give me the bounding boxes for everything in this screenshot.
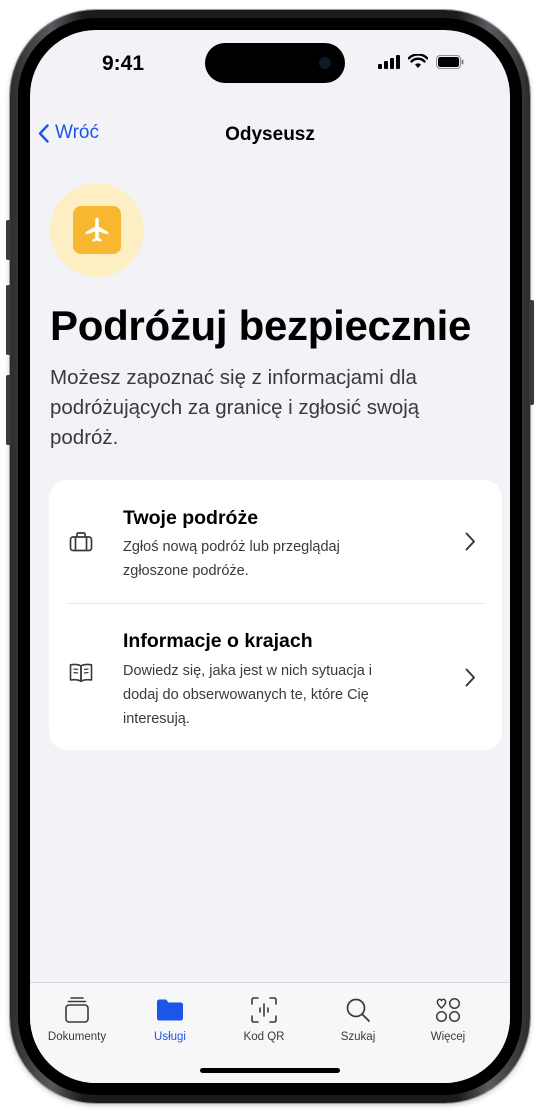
list-item-title: Informacje o krajach [123,630,313,652]
camera-icon [319,57,331,69]
airplane-icon [85,217,109,242]
side-button [6,285,11,355]
list-item-country-info[interactable]: Informacje o krajach Dowiedz się, jaka j… [49,604,502,750]
home-indicator [200,1068,340,1073]
list-item-your-trips[interactable]: Twoje podróże Zgłoś nową podróż lub prze… [49,480,502,603]
status-time: 9:41 [102,52,145,75]
wifi-icon [408,54,428,68]
more-icon [435,997,461,1023]
tab-label: Kod QR [243,1031,285,1043]
tab-label: Szukaj [340,1031,376,1043]
search-icon [346,998,370,1022]
side-button [529,300,534,405]
book-icon [69,663,93,683]
qr-scan-icon [251,997,277,1023]
suitcase-icon [69,532,93,552]
tab-bar: Dokumenty Usługi Kod QR Szukaj Więcej [30,982,510,1083]
battery-icon [436,54,464,69]
documents-icon [65,997,89,1023]
tab-wiecej[interactable]: Więcej [403,995,493,1043]
screen: 9:41 Wróć Odyseusz Podróżuj bezpiecznie … [30,30,510,1083]
chevron-right-icon [465,668,475,687]
cellular-signal-icon [378,54,400,69]
tab-uslugi[interactable]: Usługi [125,995,215,1043]
hero-icon-tile [73,206,121,254]
headline: Podróżuj bezpiecznie [50,302,472,349]
hero-icon-badge [50,183,144,277]
folder-icon [157,999,183,1021]
options-card: Twoje podróże Zgłoś nową podróż lub prze… [49,480,502,750]
tab-label: Dokumenty [47,1031,107,1043]
tab-label: Usługi [154,1031,186,1043]
tab-dokumenty[interactable]: Dokumenty [32,995,122,1043]
lead-text: Możesz zapoznać się z informacjami dla p… [50,366,420,449]
list-item-description: Zgłoś nową podróż lub przeglądaj zgłoszo… [123,539,340,579]
tab-kod-qr[interactable]: Kod QR [219,995,309,1043]
page-title: Odyseusz [225,124,315,145]
dynamic-island [205,43,345,83]
status-icons [378,54,464,69]
list-item-title: Twoje podróże [123,507,259,529]
list-item-description: Dowiedz się, jaka jest w nich sytuacja i… [123,663,373,727]
tab-label: Więcej [430,1031,466,1043]
tab-szukaj[interactable]: Szukaj [313,995,403,1043]
chevron-right-icon [465,532,475,551]
side-button [6,375,11,445]
side-button [6,220,11,260]
